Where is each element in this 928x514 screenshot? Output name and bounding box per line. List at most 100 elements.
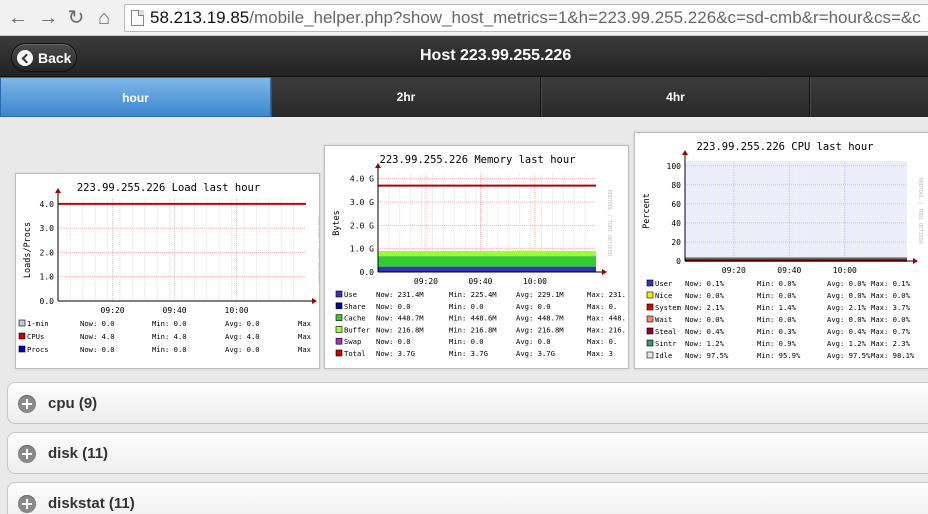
tab-more[interactable] <box>810 77 928 117</box>
section-diskstat[interactable]: diskstat (11) <box>7 482 928 514</box>
legend-avg: Avg: 229.1M <box>516 290 564 299</box>
tab-hour[interactable]: hour <box>0 77 271 117</box>
legend-now: Now: 1.2% <box>685 339 725 348</box>
legend-min: Min: 95.9% <box>757 351 801 360</box>
legend-avg: Avg: 4.0 <box>225 332 260 341</box>
legend-label: CPUs <box>27 332 44 341</box>
forward-arrow-icon[interactable]: → <box>36 6 60 30</box>
x-tick-label: 09:20 <box>722 266 746 275</box>
legend-swatch <box>335 302 343 310</box>
x-tick-label: 09:40 <box>163 306 187 315</box>
series-area-cache <box>378 256 596 267</box>
y-tick-label: 100 <box>667 162 682 171</box>
load-graph[interactable]: 223.99.255.226 Load last hour 0.0 1.0 2.0 3.… <box>15 173 320 369</box>
tab-4hr[interactable]: 4hr <box>541 77 810 117</box>
legend-max: Max: 448. <box>587 314 626 323</box>
cpu-chart: 223.99.255.226 CPU last hour 0 20 40 60 80 100… <box>642 141 923 360</box>
legend-now: Now: 0.0 <box>80 345 115 354</box>
rrdtool-watermark: RRDTOOL / TOBI OETIKER <box>917 178 923 245</box>
x-tick-label: 10:00 <box>225 306 249 315</box>
legend-swatch <box>335 337 343 345</box>
x-axis-arrow <box>913 258 918 264</box>
y-tick-label: 3.0 G <box>350 198 374 207</box>
legend-label: System <box>655 303 681 312</box>
legend-swatch <box>646 339 654 347</box>
back-chevron-icon <box>17 50 33 66</box>
y-tick-label: 4.0 G <box>350 175 374 184</box>
expand-plus-icon <box>18 395 36 413</box>
browser-toolbar: ← → ↻ ⌂ 58.213.19.85/mobile_helper.php?s… <box>0 0 928 36</box>
legend-swatch <box>646 303 654 311</box>
legend-avg: Avg: 0.0 <box>225 345 260 354</box>
legend-swatch <box>18 332 26 340</box>
legend-min: Min: 0.0% <box>757 291 797 300</box>
legend-max: Max: 0.0% <box>871 315 911 324</box>
legend-max: Max: 0.0% <box>871 291 911 300</box>
range-tabbar: hour 2hr 4hr <box>0 77 928 117</box>
legend-avg: Avg: 0.0 <box>516 337 551 346</box>
memory-graph[interactable]: 223.99.255.226 Memory last hour 0.0 1.0 G 2… <box>324 145 629 369</box>
legend-swatch <box>18 319 26 327</box>
legend-max: Max: 98.1% <box>871 351 915 360</box>
y-axis-label: Loads/Procs <box>23 222 33 278</box>
legend-now: Now: 2.1% <box>685 303 725 312</box>
legend-min: Min: 4.0 <box>152 332 187 341</box>
legend-label: 1-min <box>27 319 49 328</box>
rrdtool-watermark: RRDTOOL / TOBI OETIKER <box>316 217 320 284</box>
y-axis-arrow <box>55 188 61 193</box>
legend-avg: Avg: 0.4% <box>827 327 867 336</box>
legend-min: Min: 0.0 <box>152 319 187 328</box>
legend-max: Max <box>298 345 312 354</box>
legend-label: Total <box>344 349 366 358</box>
legend-label: Share <box>344 302 366 311</box>
series-area-buffer <box>378 250 596 257</box>
legend-max: Max <box>298 332 312 341</box>
address-bar[interactable]: 58.213.19.85/mobile_helper.php?show_host… <box>124 4 928 32</box>
x-tick-label: 10:00 <box>523 277 547 286</box>
legend-swatch <box>335 349 343 357</box>
page-title: Host 223.99.255.226 <box>420 47 572 64</box>
expand-plus-icon <box>18 495 36 513</box>
y-tick-label: 0 <box>676 257 681 266</box>
legend-avg: Avg: 216.8M <box>516 325 564 334</box>
legend-swatch <box>335 326 343 333</box>
legend-swatch <box>646 327 654 335</box>
legend-label: Nice <box>655 291 672 300</box>
app-header: Back Host 223.99.255.226 <box>0 36 928 77</box>
legend-label: User <box>655 279 673 288</box>
legend-now: Now: 0.0% <box>685 291 725 300</box>
legend-max: Max <box>298 319 312 328</box>
home-icon[interactable]: ⌂ <box>92 6 116 30</box>
y-tick-label: 20 <box>671 238 681 247</box>
legend-now: Now: 4.0 <box>80 332 115 341</box>
back-arrow-icon[interactable]: ← <box>6 6 30 30</box>
legend-avg: Avg: 0.0% <box>827 291 867 300</box>
reload-icon[interactable]: ↻ <box>64 6 88 30</box>
legend-max: Max: 0.1% <box>871 279 911 288</box>
legend-now: Now: 231.4M <box>376 290 424 299</box>
x-tick-label: 09:20 <box>101 306 125 315</box>
section-disk[interactable]: disk (11) <box>7 432 928 474</box>
legend-label: Sintr <box>655 339 677 348</box>
legend-max: Max: 0.7% <box>871 327 911 336</box>
legend-swatch <box>646 351 654 359</box>
load-chart: 223.99.255.226 Load last hour 0.0 1.0 2.0 3.… <box>18 182 320 354</box>
legend-max: Max: 0. <box>587 337 617 346</box>
legend-avg: Avg: 0.0% <box>827 315 867 324</box>
tab-2hr[interactable]: 2hr <box>271 77 541 117</box>
back-button[interactable]: Back <box>11 43 77 72</box>
y-tick-label: 0.0 <box>40 297 55 306</box>
legend-now: Now: 0.4% <box>685 327 725 336</box>
legend-max: Max: 0. <box>587 302 617 311</box>
legend-avg: Avg: 0.0 <box>225 319 260 328</box>
cpu-graph[interactable]: 223.99.255.226 CPU last hour 0 20 40 60 80 100… <box>634 132 928 369</box>
legend-min: Min: 0.0 <box>152 345 187 354</box>
y-axis-label: Percent <box>642 193 652 229</box>
legend-label: Procs <box>27 345 49 354</box>
section-cpu[interactable]: cpu (9) <box>7 382 928 424</box>
memory-chart: 223.99.255.226 Memory last hour 0.0 1.0 G 2… <box>332 154 626 358</box>
page-icon <box>131 10 144 26</box>
legend-label: Use <box>344 290 357 299</box>
legend-min: Min: 0.0% <box>757 315 797 324</box>
legend-min: Min: 1.4% <box>757 303 797 312</box>
